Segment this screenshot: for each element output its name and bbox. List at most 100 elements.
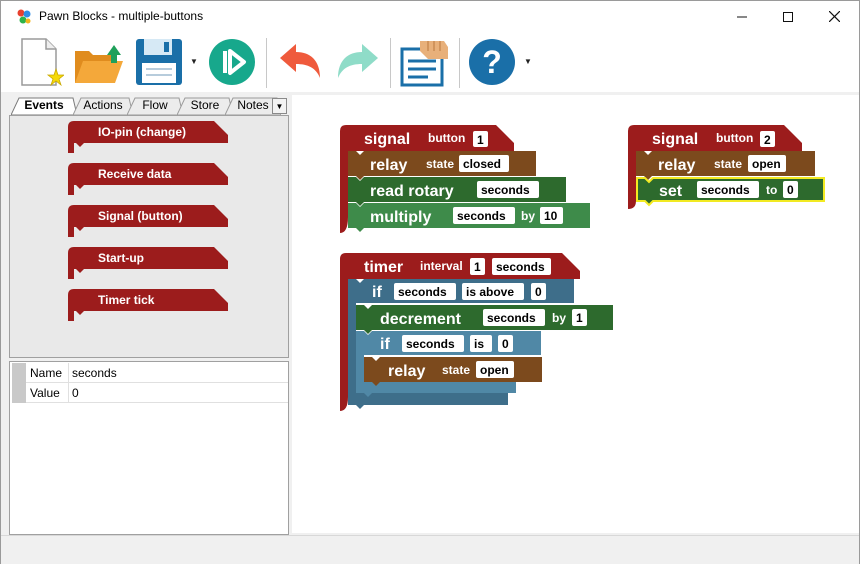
grid-divider [26,402,288,403]
save-dropdown-caret-icon[interactable]: ▼ [190,57,198,66]
clipboard-hand-icon [400,41,448,87]
decrement-number-field[interactable]: 1 [572,309,587,326]
undo-button[interactable] [275,36,325,88]
app-window: Pawn Blocks - multiple-buttons ▼ ? ▼ Eve… [0,0,860,564]
svg-text:1: 1 [477,133,484,147]
app-logo-icon [17,9,31,24]
timer-interval-field[interactable]: 1 [470,258,485,275]
property-row-name[interactable]: Name seconds [10,363,288,383]
if-variable-field[interactable]: seconds [402,335,464,352]
set-label: set [659,183,683,200]
redo-icon [338,44,378,78]
read-rotary-block[interactable]: read rotary seconds [348,177,566,206]
set-number-field[interactable]: 0 [783,181,798,198]
relay-block[interactable]: relay state closed [348,151,536,180]
multiply-factor-field[interactable]: 10 [540,207,563,224]
tab-flow[interactable]: Flow [127,97,183,115]
svg-text:closed: closed [463,157,501,171]
help-button[interactable]: ? [467,36,517,88]
relay-state-field[interactable]: open [748,155,786,172]
property-name: Name [30,366,63,380]
multiply-variable-field[interactable]: seconds [453,207,515,224]
relay-state-field[interactable]: open [476,361,514,378]
signal-button-field[interactable]: 2 [760,131,775,147]
decrement-variable-field[interactable]: seconds [483,309,545,326]
grid-divider [68,363,69,383]
property-row-value[interactable]: Value 0 [10,383,288,403]
open-file-button[interactable] [73,36,127,88]
window-title: Pawn Blocks - multiple-buttons [39,9,204,23]
timer-param-label: interval [420,259,463,273]
if-variable-field[interactable]: seconds [394,283,456,300]
if-comparison-field[interactable]: is [470,335,492,352]
workspace-canvas[interactable]: signal button 1 relay state closed read … [292,95,859,533]
set-to-label: to [766,183,777,197]
multiply-block[interactable]: multiply seconds by 10 [348,203,590,232]
save-icon [136,39,182,85]
title-bar: Pawn Blocks - multiple-buttons [1,1,859,32]
new-file-button[interactable] [17,36,65,88]
open-folder-icon [75,45,123,83]
palette-block-receive-data[interactable]: Receive data [68,163,230,195]
palette-block-timer-tick[interactable]: Timer tick [68,289,230,321]
play-icon [209,39,255,85]
svg-text:seconds: seconds [406,337,455,351]
read-rotary-label: read rotary [370,183,454,200]
svg-text:0: 0 [787,183,794,197]
palette-block-start-up[interactable]: Start-up [68,247,230,279]
read-variable-field[interactable]: seconds [477,181,539,198]
tab-actions[interactable]: Actions [73,97,133,115]
palette-block-signal[interactable]: Signal (button) [68,205,230,237]
set-block-selected[interactable]: set seconds to 0 [636,177,825,207]
timer-unit-field[interactable]: seconds [492,258,551,275]
svg-text:seconds: seconds [398,285,447,299]
minimize-icon [737,16,747,17]
svg-text:open: open [480,363,509,377]
grid-divider [68,383,69,403]
relay-param-label: state [714,157,742,171]
svg-text:10: 10 [544,209,558,223]
run-button[interactable] [207,36,257,88]
caret-down-icon: ▼ [275,101,284,111]
maximize-button[interactable] [765,1,811,32]
decrement-by-label: by [552,311,566,325]
property-value[interactable]: seconds [72,366,117,380]
save-button[interactable] [133,36,185,88]
svg-text:seconds: seconds [701,183,750,197]
decrement-block[interactable]: decrement seconds by 1 [356,305,613,334]
property-value[interactable]: 0 [72,386,79,400]
left-panel: Events Actions Flow Store Notes ▼ IO-pin… [9,95,289,535]
help-dropdown-caret-icon[interactable]: ▼ [524,57,532,66]
multiply-by-label: by [521,209,535,223]
svg-text:seconds: seconds [481,183,530,197]
palette-tabs: Events Actions Flow Store Notes ▼ [9,95,288,115]
svg-text:?: ? [482,44,502,80]
multiply-label: multiply [370,209,431,226]
palette-block-io-pin[interactable]: IO-pin (change) [68,121,230,153]
if-comparison-field[interactable]: is above [462,283,524,300]
svg-text:is: is [474,337,484,351]
row-gutter [12,383,26,403]
relay-state-field[interactable]: closed [459,155,509,172]
compile-button[interactable] [397,36,451,88]
redo-button[interactable] [333,36,383,88]
tab-events[interactable]: Events [11,97,77,115]
status-bar [1,535,859,564]
minimize-button[interactable] [719,1,765,32]
help-icon: ? [469,39,515,85]
close-button[interactable] [811,1,857,32]
new-file-icon [21,38,64,87]
undo-icon [280,44,320,78]
svg-text:seconds: seconds [496,260,545,274]
relay-param-label: state [426,157,454,171]
properties-grid: Name seconds Value 0 [9,361,289,535]
if-number-field[interactable]: 0 [531,283,546,300]
svg-text:0: 0 [502,337,509,351]
signal-button-field[interactable]: 1 [473,131,488,147]
tab-scroll-button[interactable]: ▼ [272,98,287,114]
relay-label: relay [370,157,407,174]
if-number-field[interactable]: 0 [498,335,513,352]
relay-block[interactable]: relay state open [364,357,542,386]
set-variable-field[interactable]: seconds [697,181,759,198]
relay-block[interactable]: relay state open [636,151,815,180]
